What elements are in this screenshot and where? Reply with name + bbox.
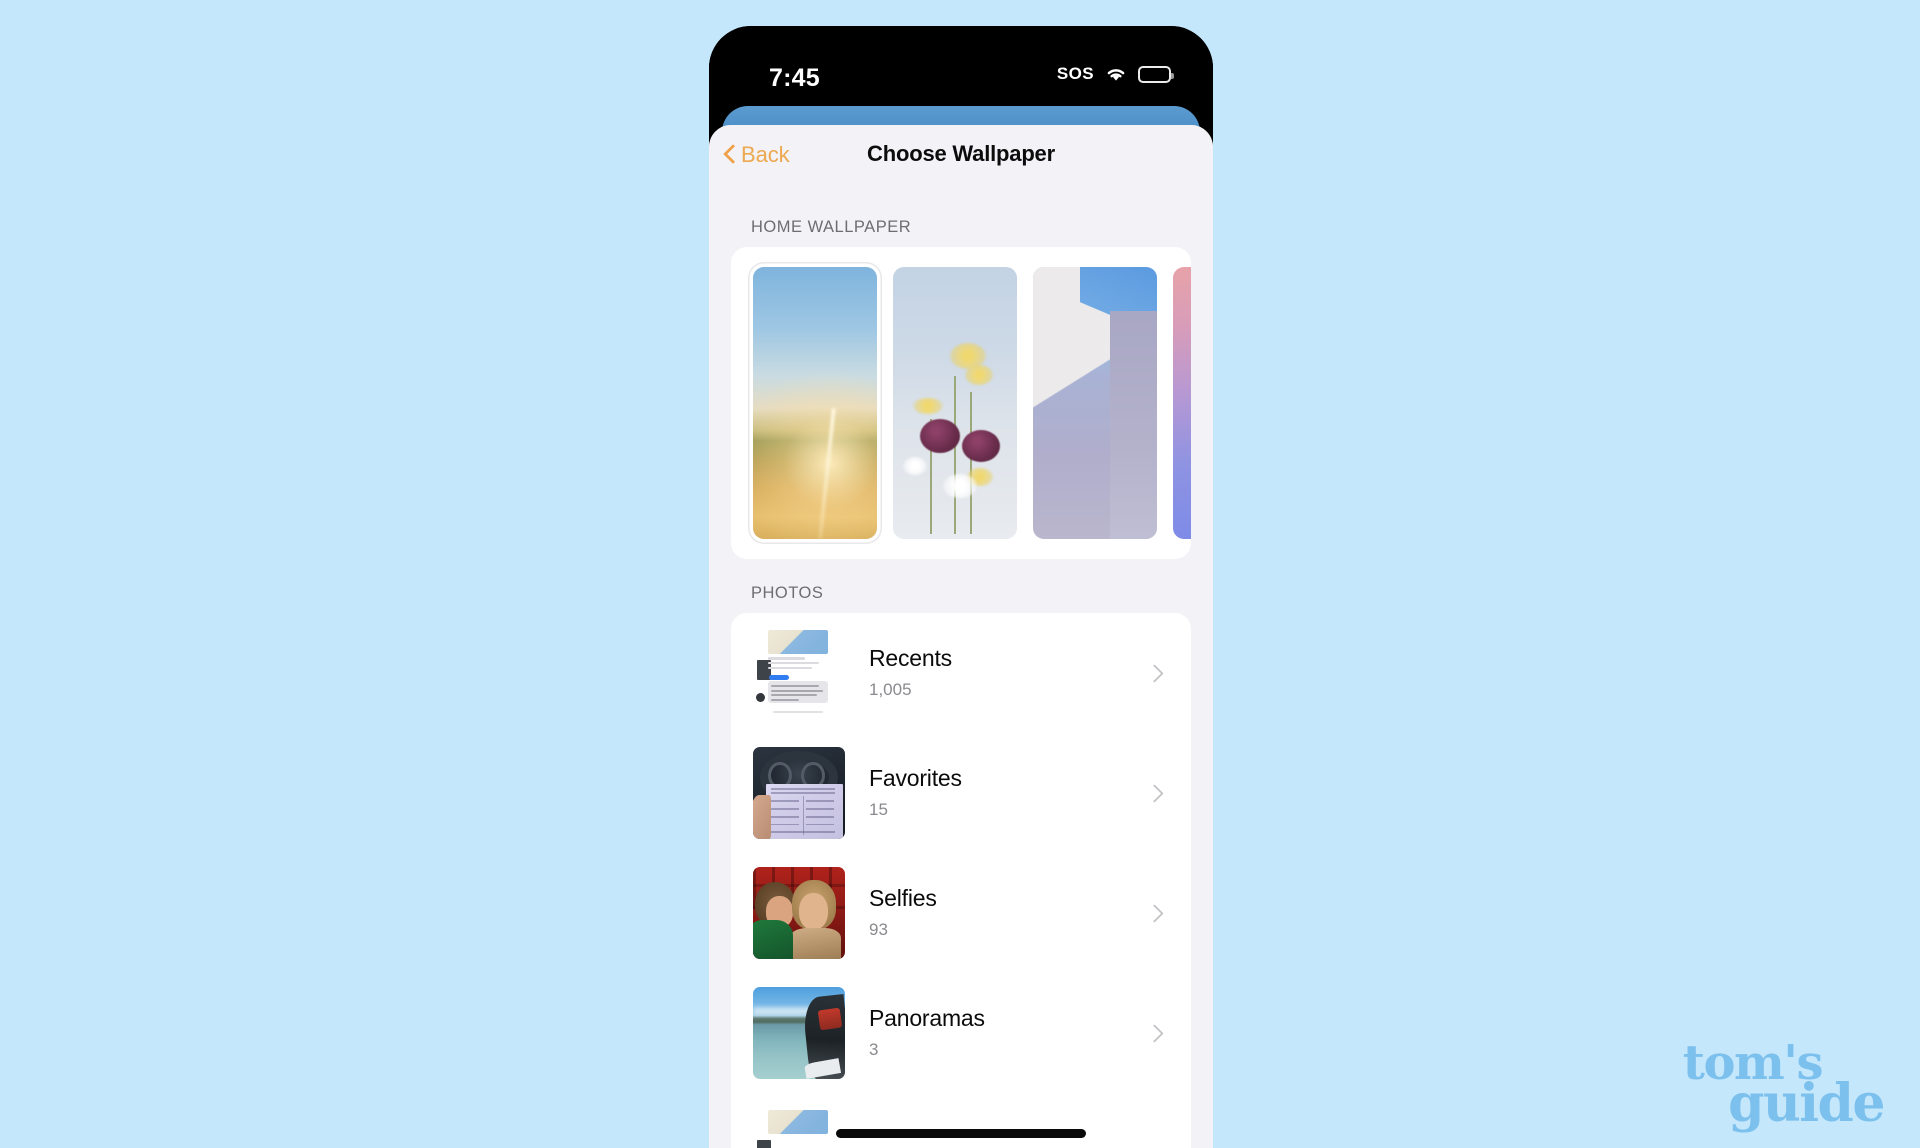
- chevron-right-icon: [1148, 782, 1161, 804]
- album-row-recents[interactable]: Recents 1,005: [731, 613, 1191, 733]
- document-photo-thumb: [753, 747, 845, 839]
- chat-screenshot-thumb: [753, 627, 845, 719]
- album-text-selfies: Selfies 93: [869, 884, 1148, 940]
- album-text-panoramas: Panoramas 3: [869, 1004, 1148, 1060]
- phone-device-frame: 7:45 SOS Back Choose Wallpaper HOME WALL…: [709, 26, 1213, 1148]
- chevron-right-icon: [1148, 662, 1161, 684]
- choose-wallpaper-sheet: Back Choose Wallpaper HOME WALLPAPER PHO…: [709, 125, 1213, 1148]
- lake-panorama-thumb: [753, 987, 845, 1079]
- album-count: 93: [869, 920, 888, 940]
- sos-label: SOS: [1056, 64, 1094, 83]
- album-title: Favorites: [869, 764, 962, 791]
- photos-album-list: Recents 1,005 Favorites 15 Selfies 93 Pa…: [731, 613, 1191, 1148]
- screenshot-root: 7:45 SOS Back Choose Wallpaper HOME WALL…: [0, 0, 1920, 1148]
- page-title: Choose Wallpaper: [867, 141, 1055, 166]
- chevron-right-icon: [1148, 1022, 1161, 1044]
- home-indicator[interactable]: [836, 1129, 1086, 1138]
- wallpaper-thumbnail-strip[interactable]: [753, 267, 1191, 539]
- album-count: 1,005: [869, 680, 912, 700]
- photos-section-header: PHOTOS: [751, 584, 824, 602]
- album-row-panoramas[interactable]: Panoramas 3: [731, 973, 1191, 1093]
- sunset-field-wallpaper-thumbnail[interactable]: [753, 267, 877, 539]
- album-row-selfies[interactable]: Selfies 93: [731, 853, 1191, 973]
- chevron-right-icon: [1148, 902, 1161, 924]
- status-bar: 7:45 SOS: [709, 26, 1213, 108]
- pink-blue-gradient-wallpaper-thumbnail[interactable]: [1173, 267, 1191, 539]
- abstract-geometric-wallpaper-thumbnail[interactable]: [1033, 267, 1157, 539]
- album-row-favorites[interactable]: Favorites 15: [731, 733, 1191, 853]
- status-bar-time: 7:45: [769, 64, 820, 92]
- album-row-partial[interactable]: [731, 1093, 1191, 1148]
- album-title: Panoramas: [869, 1004, 985, 1031]
- album-count: 3: [869, 1040, 879, 1060]
- home-wallpaper-carousel-card: [731, 247, 1191, 559]
- selfie-photo-thumb: [753, 867, 845, 959]
- navigation-bar: Back Choose Wallpaper: [709, 125, 1213, 193]
- album-count: 15: [869, 800, 888, 820]
- album-text-recents: Recents 1,005: [869, 644, 1148, 700]
- watermark-line-2: guide: [1728, 1073, 1885, 1135]
- battery-icon: [1138, 65, 1174, 83]
- status-bar-indicators: SOS: [1056, 64, 1174, 84]
- toms-guide-watermark: tom's guide: [1636, 1039, 1886, 1135]
- album-text-favorites: Favorites 15: [869, 764, 1148, 820]
- home-wallpaper-section-header: HOME WALLPAPER: [751, 218, 912, 236]
- album-title: Recents: [869, 644, 952, 671]
- album-title: Selfies: [869, 884, 937, 911]
- wifi-icon: [1104, 65, 1128, 83]
- flowers-wallpaper-thumbnail[interactable]: [893, 267, 1017, 539]
- partial-album-thumb: [753, 1107, 845, 1148]
